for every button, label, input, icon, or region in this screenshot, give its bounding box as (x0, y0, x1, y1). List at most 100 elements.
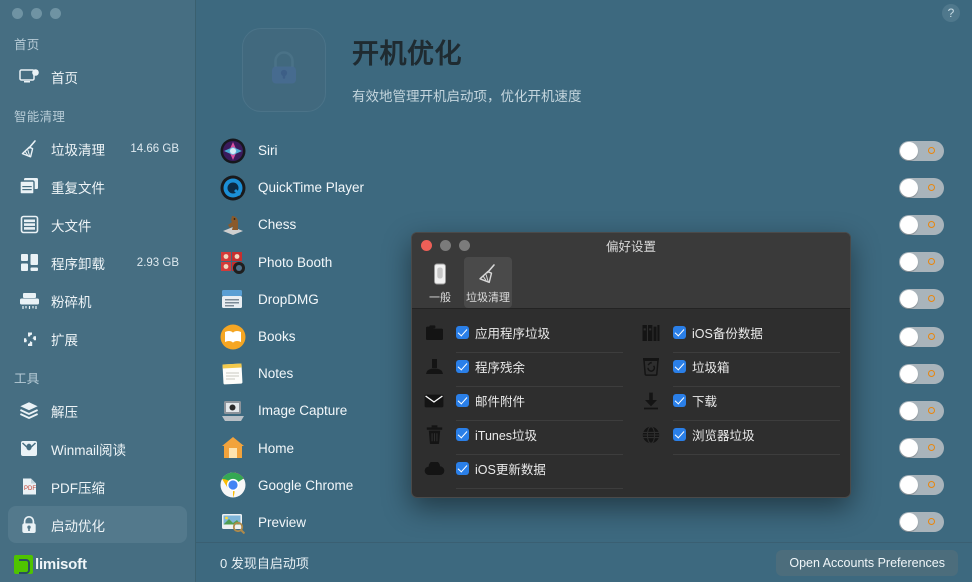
app-name: Google Chrome (258, 478, 353, 493)
sidebar-item-extensions[interactable]: 扩展 (8, 320, 187, 357)
unarchiver-icon (16, 400, 42, 422)
toggle-knob (900, 253, 918, 271)
table-row[interactable]: Preview (196, 504, 972, 540)
globe-icon (639, 425, 663, 444)
lock-icon (264, 48, 304, 92)
sidebar-item-shredder[interactable]: 粉碎机 (8, 282, 187, 319)
checkbox[interactable] (673, 394, 686, 407)
sidebar-item-pdf-compress[interactable]: PDF PDF压缩 (8, 468, 187, 505)
checkbox-label: iOS备份数据 (692, 323, 763, 342)
dialog-body: 应用程序垃圾 程序残余 (412, 309, 850, 498)
sidebar-item-junk-clean[interactable]: 垃圾清理 14.66 GB (8, 130, 187, 167)
startup-toggle[interactable] (899, 401, 944, 421)
sidebar-section-title-smartclean: 智能清理 (0, 96, 195, 129)
list-item[interactable]: 邮件附件 (422, 391, 623, 425)
app-name: Notes (258, 366, 293, 381)
checkbox-row-content: 应用程序垃圾 (456, 323, 623, 353)
dropdmg-icon (220, 286, 246, 312)
sidebar-item-size: 14.66 GB (130, 143, 179, 155)
checkbox[interactable] (456, 428, 469, 441)
app-name: Chess (258, 217, 296, 232)
toggle-knob (900, 179, 918, 197)
folder-icon (422, 323, 446, 342)
list-item[interactable]: iOS更新数据 (422, 459, 623, 493)
large-files-icon (16, 214, 42, 236)
list-item[interactable]: iTunes垃圾 (422, 425, 623, 459)
sidebar-section-title-tools: 工具 (0, 358, 195, 391)
tab-junk-clean[interactable]: 垃圾清理 (464, 257, 512, 308)
sidebar-item-unarchiver[interactable]: 解压 (8, 392, 187, 429)
sidebar-item-label: 启动优化 (51, 515, 179, 535)
startup-toggle[interactable] (899, 141, 944, 161)
sidebar-item-startup-optimize[interactable]: 启动优化 (8, 506, 187, 543)
toggle-knob (900, 402, 918, 420)
startup-toggle[interactable] (899, 178, 944, 198)
list-item[interactable]: iOS备份数据 (639, 323, 840, 357)
checkbox-label: 程序残余 (475, 357, 525, 376)
checkbox[interactable] (456, 360, 469, 373)
trash-icon (422, 425, 446, 444)
app-name: QuickTime Player (258, 180, 364, 195)
app-name: Photo Booth (258, 255, 332, 270)
startup-toggle[interactable] (899, 475, 944, 495)
zoom-button[interactable] (50, 8, 61, 19)
startup-optimize-icon (16, 514, 42, 536)
window-traffic-lights (0, 0, 195, 24)
pdf-compress-icon: PDF (16, 476, 42, 498)
sidebar-item-large-files[interactable]: 大文件 (8, 206, 187, 243)
checkbox[interactable] (456, 462, 469, 475)
toggle-off-icon (928, 518, 935, 525)
checkbox-row-content: 邮件附件 (456, 391, 623, 421)
startup-toggle[interactable] (899, 512, 944, 532)
open-accounts-preferences-button[interactable]: Open Accounts Preferences (776, 550, 958, 576)
recycle-bin-icon (639, 357, 663, 376)
toggle-off-icon (928, 221, 935, 228)
toggle-knob (900, 142, 918, 160)
uninstaller-icon (16, 252, 42, 274)
list-item[interactable]: 浏览器垃圾 (639, 425, 840, 459)
startup-toggle[interactable] (899, 438, 944, 458)
table-row[interactable]: Siri (196, 132, 972, 169)
preferences-dialog: 偏好设置 一般 (411, 232, 851, 498)
startup-toggle[interactable] (899, 252, 944, 272)
checkbox[interactable] (673, 326, 686, 339)
sidebar-item-label: 垃圾清理 (51, 139, 130, 159)
close-button[interactable] (12, 8, 23, 19)
preview-icon (220, 509, 246, 535)
list-item[interactable]: 应用程序垃圾 (422, 323, 623, 357)
startup-toggle[interactable] (899, 327, 944, 347)
minimize-button[interactable] (31, 8, 42, 19)
sidebar-item-home[interactable]: 首页 (8, 58, 187, 95)
checkbox-label: iTunes垃圾 (475, 425, 537, 444)
list-item[interactable]: 垃圾箱 (639, 357, 840, 391)
startup-toggle[interactable] (899, 289, 944, 309)
app-name: Siri (258, 143, 278, 158)
sidebar-item-duplicate-files[interactable]: 重复文件 (8, 168, 187, 205)
startup-toggle[interactable] (899, 364, 944, 384)
sidebar-item-winmail-reader[interactable]: Winmail阅读 (8, 430, 187, 467)
list-item[interactable]: 下载 (639, 391, 840, 425)
toggle-off-icon (928, 444, 935, 451)
tab-general[interactable]: 一般 (416, 257, 464, 308)
list-item[interactable]: 程序残余 (422, 357, 623, 391)
sidebar-item-label: 大文件 (51, 215, 179, 235)
sidebar-item-label: 扩展 (51, 329, 179, 349)
help-icon[interactable]: ? (942, 4, 960, 22)
sidebar-item-label: PDF压缩 (51, 477, 179, 497)
checkbox[interactable] (456, 394, 469, 407)
checkbox[interactable] (456, 326, 469, 339)
sidebar-item-size: 2.93 GB (137, 257, 179, 269)
table-row[interactable]: QuickTime Player (196, 169, 972, 206)
sidebar-item-uninstaller[interactable]: 程序卸载 2.93 GB (8, 244, 187, 281)
sidebar-item-label: 程序卸载 (51, 253, 137, 273)
toggle-knob (900, 328, 918, 346)
chrome-icon (220, 472, 246, 498)
cloud-icon (422, 459, 446, 478)
startup-toggle[interactable] (899, 215, 944, 235)
status-bar: 0 发现自启动项 Open Accounts Preferences (196, 542, 972, 582)
checkbox[interactable] (673, 428, 686, 441)
chess-icon (220, 212, 246, 238)
app-name: Home (258, 441, 294, 456)
checkbox[interactable] (673, 360, 686, 373)
toggle-knob (900, 513, 918, 531)
